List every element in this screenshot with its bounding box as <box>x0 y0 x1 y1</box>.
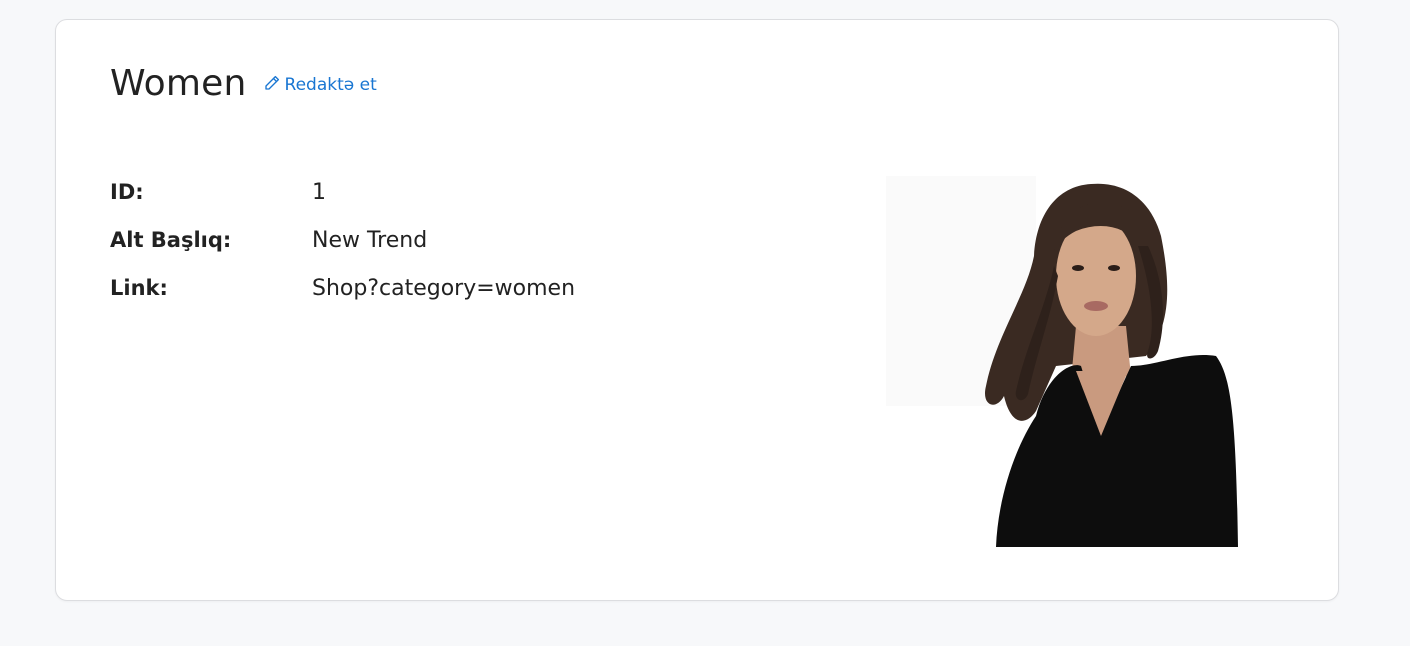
details-list: ID: 1 Alt Başlıq: New Trend Link: Shop?c… <box>110 168 575 312</box>
pencil-icon <box>263 74 285 97</box>
page-title: Women <box>110 63 247 104</box>
detail-value: Shop?category=women <box>312 275 576 301</box>
detail-label: Alt Başlıq: <box>110 228 232 252</box>
detail-card: Women Redaktə et ID: 1 Alt Başlıq: New T… <box>55 19 1339 601</box>
edit-button[interactable]: Redaktə et <box>263 74 377 97</box>
detail-row-subtitle: Alt Başlıq: New Trend <box>110 216 575 264</box>
detail-label: ID: <box>110 180 144 204</box>
card-header: Women Redaktə et <box>110 64 377 104</box>
detail-row-link: Link: Shop?category=women <box>110 264 575 312</box>
product-image <box>886 176 1238 547</box>
detail-row-id: ID: 1 <box>110 168 575 216</box>
detail-label: Link: <box>110 276 168 300</box>
edit-button-label: Redaktə et <box>284 75 377 95</box>
detail-value: New Trend <box>312 227 428 253</box>
detail-value: 1 <box>312 179 326 205</box>
